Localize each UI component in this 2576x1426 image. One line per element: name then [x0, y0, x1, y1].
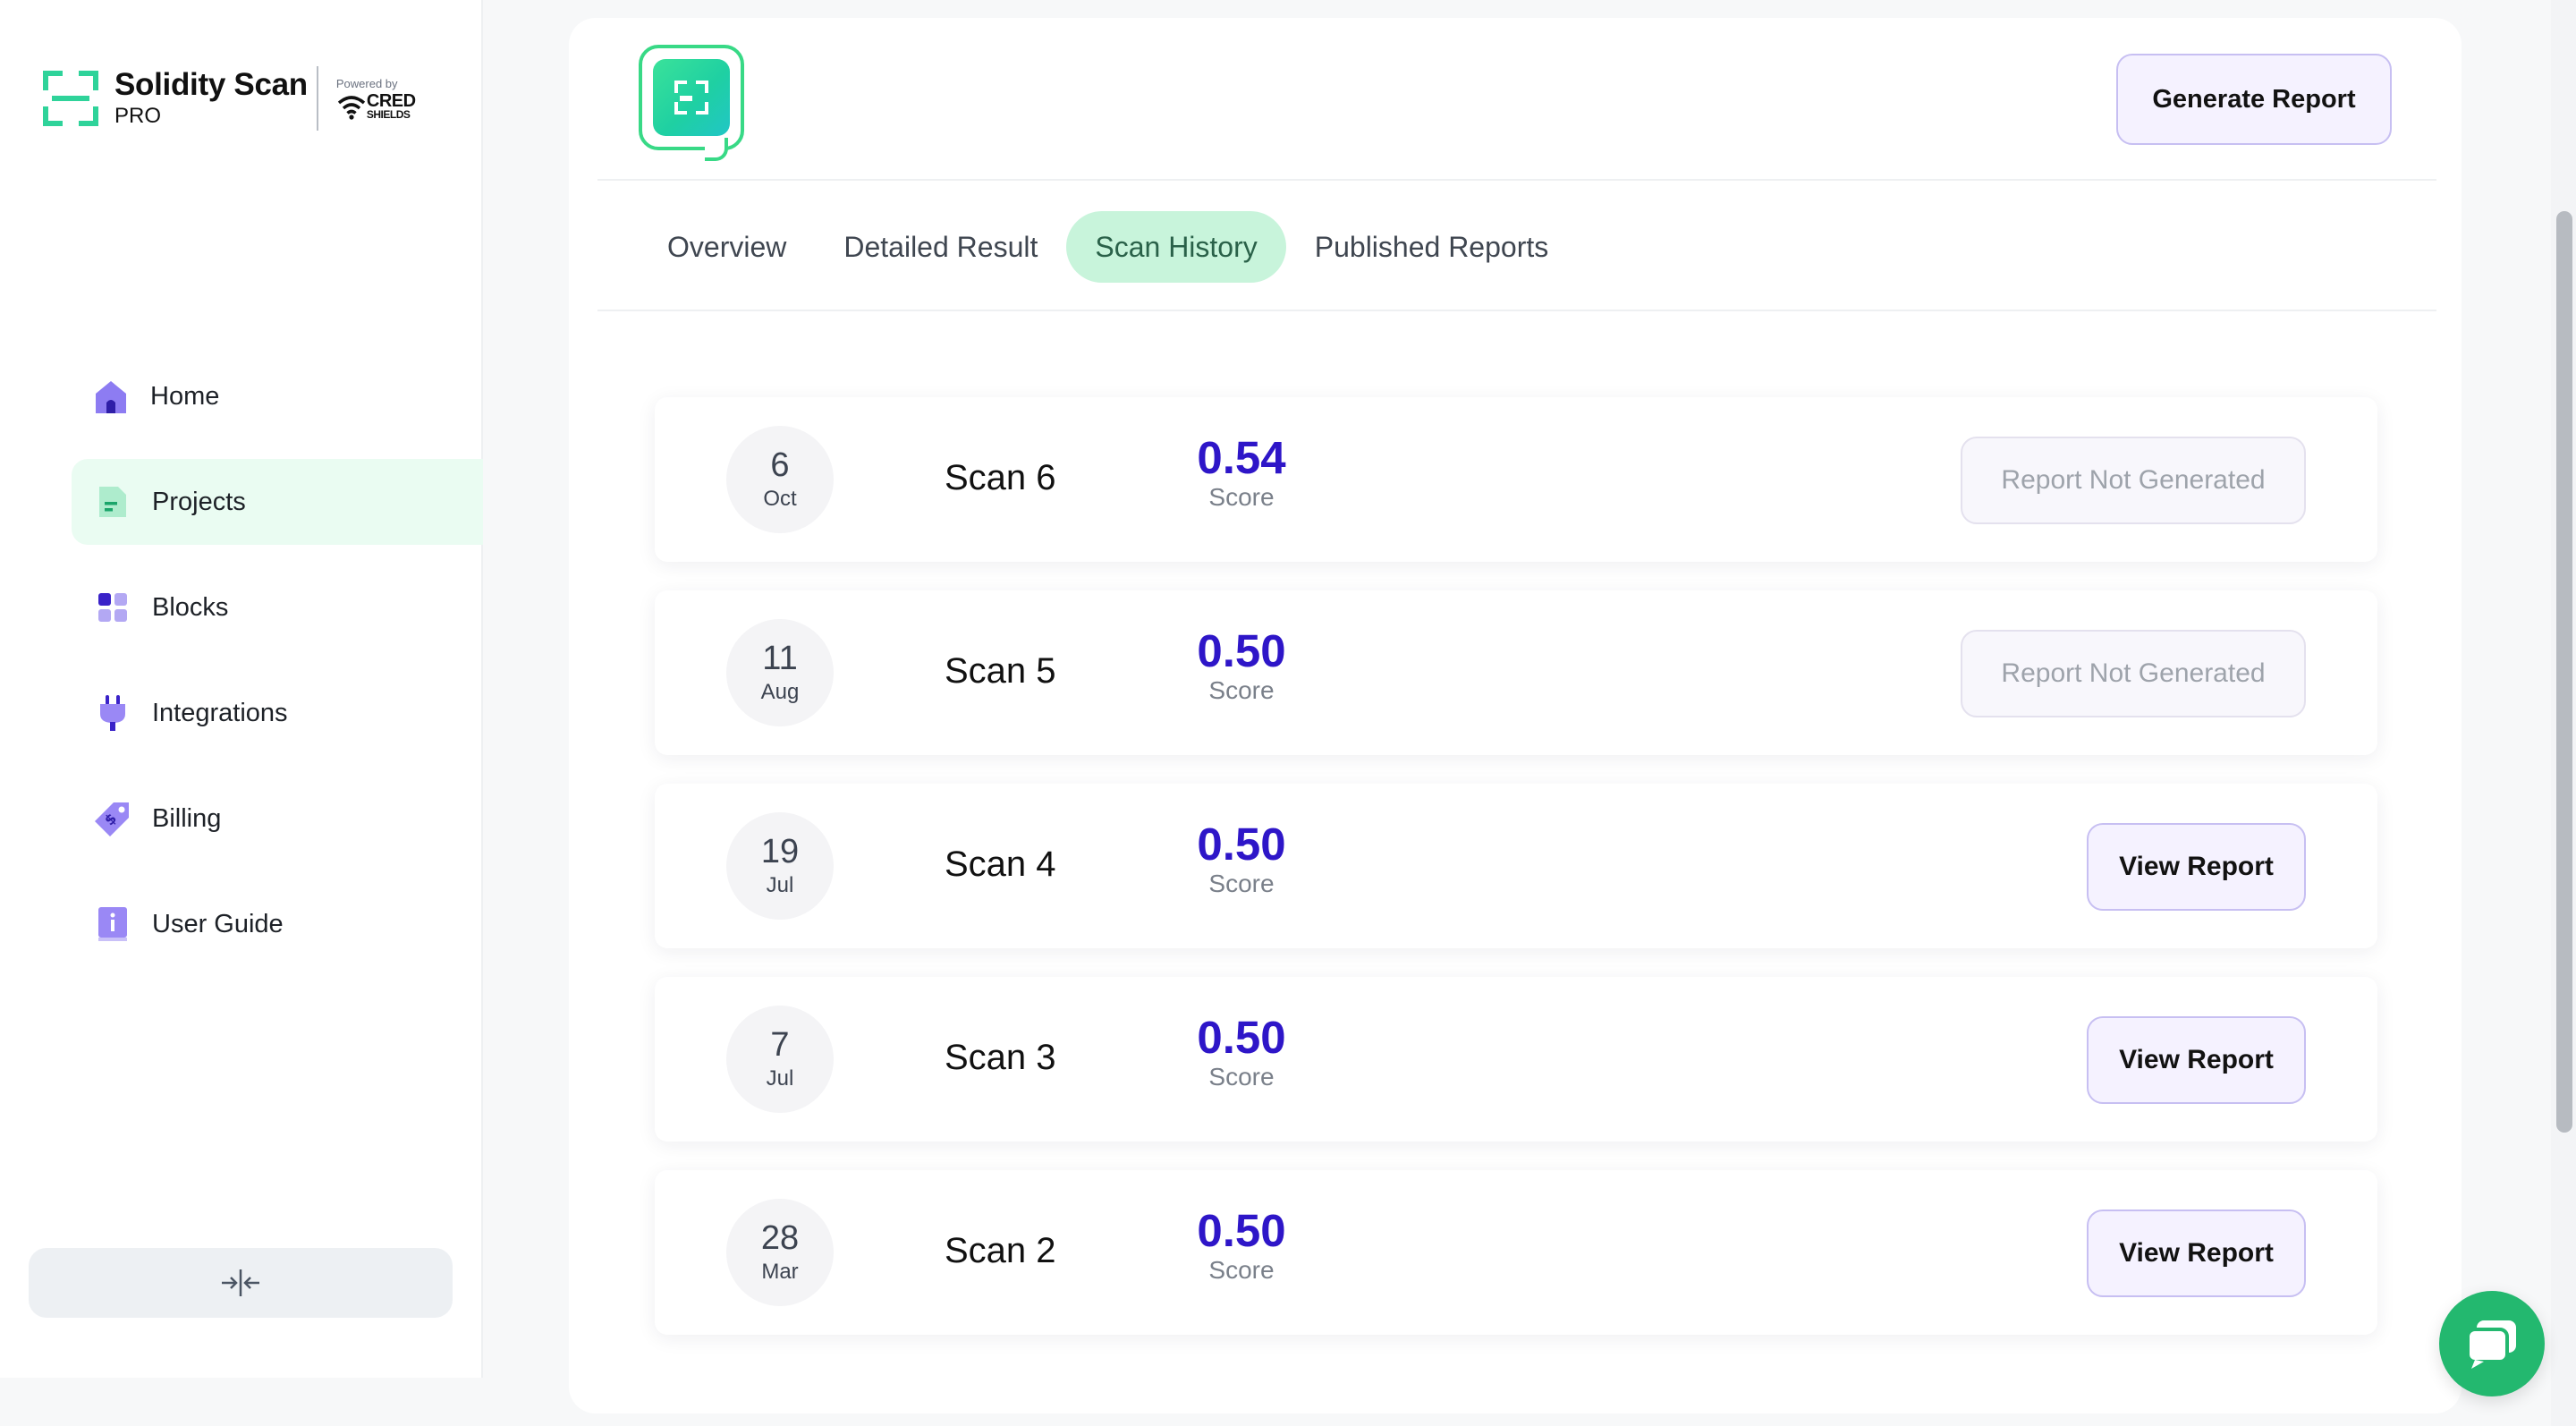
page-scrollbar[interactable]: [2551, 0, 2576, 1426]
price-tag-icon: $: [93, 799, 132, 838]
sidebar-nav: Home Projects Blocks Integrations $ Bill…: [72, 353, 483, 987]
sidebar-item-billing[interactable]: $ Billing: [72, 776, 483, 862]
report-not-generated-button: Report Not Generated: [1961, 437, 2306, 524]
scan-row: 11 Aug Scan 5 0.50 Score Report Not Gene…: [655, 590, 2377, 755]
tabs-divider: [597, 310, 2436, 311]
wifi-icon: [337, 95, 366, 120]
chat-widget-button[interactable]: [2439, 1291, 2545, 1396]
sidebar-item-blocks[interactable]: Blocks: [72, 564, 483, 650]
score-label: Score: [1208, 1256, 1275, 1284]
brand-logo[interactable]: Solidity Scan PRO Powered by CRED SHIELD…: [43, 63, 416, 134]
sidebar: Solidity Scan PRO Powered by CRED SHIELD…: [0, 0, 483, 1378]
chat-bubble-icon: [2466, 1320, 2516, 1369]
scan-date-day: 6: [770, 446, 790, 484]
collapse-icon: [222, 1269, 259, 1296]
scan-score: 0.50 Score: [1170, 819, 1313, 898]
tab-published-reports[interactable]: Published Reports: [1286, 211, 1577, 283]
scan-name: Scan 4: [945, 845, 1056, 884]
scan-date-month: Aug: [760, 680, 800, 704]
home-icon: [91, 377, 131, 416]
sidebar-item-label: User Guide: [152, 909, 284, 938]
collapse-sidebar-button[interactable]: [29, 1248, 453, 1318]
scan-row: 6 Oct Scan 6 0.54 Score Report Not Gener…: [655, 397, 2377, 562]
scan-row: 7 Jul Scan 3 0.50 Score View Report: [655, 977, 2377, 1142]
score-label: Score: [1208, 676, 1275, 704]
document-icon: [93, 482, 132, 522]
scan-score: 0.50 Score: [1170, 626, 1313, 705]
score-value: 0.50: [1197, 1205, 1286, 1256]
project-tabs: Overview Detailed Result Scan History Pu…: [639, 211, 1577, 283]
scan-date-day: 28: [760, 1219, 800, 1257]
sidebar-item-home[interactable]: Home: [72, 353, 483, 439]
score-label: Score: [1208, 1063, 1275, 1091]
scan-date-month: Mar: [761, 1260, 799, 1284]
scan-date-day: 7: [770, 1026, 790, 1064]
project-card: Generate Report Overview Detailed Result…: [569, 18, 2462, 1413]
brand-name: Solidity Scan: [114, 67, 308, 102]
scan-name: Scan 3: [945, 1038, 1056, 1077]
scan-row: 19 Jul Scan 4 0.50 Score View Report: [655, 784, 2377, 948]
sidebar-item-projects[interactable]: Projects: [72, 459, 483, 545]
scan-date-badge: 6 Oct: [726, 426, 834, 533]
scan-date-day: 11: [762, 640, 798, 677]
blocks-icon: [93, 588, 132, 627]
score-label: Score: [1208, 483, 1275, 511]
scan-score: 0.50 Score: [1170, 1013, 1313, 1091]
plug-icon: [93, 693, 132, 733]
sidebar-item-label: Billing: [152, 803, 222, 833]
scan-date-month: Oct: [763, 487, 797, 511]
sidebar-item-user-guide[interactable]: User Guide: [72, 881, 483, 967]
score-value: 0.50: [1197, 819, 1286, 870]
scan-name: Scan 6: [945, 458, 1056, 497]
scan-date-badge: 11 Aug: [726, 619, 834, 726]
scan-date-month: Jul: [766, 873, 794, 897]
brand-tier: PRO: [114, 104, 162, 128]
scan-history-list: 6 Oct Scan 6 0.54 Score Report Not Gener…: [655, 397, 2377, 1363]
scan-row: 28 Mar Scan 2 0.50 Score View Report: [655, 1170, 2377, 1335]
solidity-scan-logo-icon: [43, 71, 98, 126]
tab-detailed-result[interactable]: Detailed Result: [815, 211, 1066, 283]
sidebar-item-label: Home: [150, 381, 220, 411]
sidebar-item-label: Integrations: [152, 698, 288, 727]
score-label: Score: [1208, 870, 1275, 897]
score-value: 0.50: [1197, 625, 1286, 676]
scan-score: 0.50 Score: [1170, 1206, 1313, 1285]
powered-by: Powered by CRED SHIELDS: [336, 77, 416, 121]
scan-date-badge: 28 Mar: [726, 1199, 834, 1306]
credshields-logo: CRED SHIELDS: [366, 92, 416, 121]
scan-score: 0.54 Score: [1170, 433, 1313, 512]
tab-overview[interactable]: Overview: [639, 211, 815, 283]
tab-scan-history[interactable]: Scan History: [1066, 211, 1286, 283]
brand-divider: [316, 66, 318, 131]
score-value: 0.54: [1197, 432, 1286, 483]
partner-line-2: SHIELDS: [366, 108, 411, 121]
scan-name: Scan 2: [945, 1231, 1056, 1270]
scan-date-month: Jul: [766, 1066, 794, 1091]
scan-date-badge: 19 Jul: [726, 812, 834, 920]
view-report-button[interactable]: View Report: [2087, 1210, 2306, 1297]
scrollbar-thumb[interactable]: [2556, 211, 2572, 1133]
report-not-generated-button: Report Not Generated: [1961, 630, 2306, 717]
generate-report-button[interactable]: Generate Report: [2116, 54, 2392, 145]
project-scan-icon: [639, 45, 744, 161]
scan-date-badge: 7 Jul: [726, 1006, 834, 1113]
sidebar-item-label: Projects: [152, 487, 246, 516]
score-value: 0.50: [1197, 1012, 1286, 1063]
book-icon: [93, 904, 132, 944]
view-report-button[interactable]: View Report: [2087, 1016, 2306, 1104]
header-divider: [597, 179, 2436, 181]
sidebar-item-integrations[interactable]: Integrations: [72, 670, 483, 756]
sidebar-item-label: Blocks: [152, 592, 229, 622]
view-report-button[interactable]: View Report: [2087, 823, 2306, 911]
powered-by-label: Powered by: [335, 76, 398, 90]
scan-date-day: 19: [760, 833, 800, 870]
scan-name: Scan 5: [945, 651, 1056, 691]
